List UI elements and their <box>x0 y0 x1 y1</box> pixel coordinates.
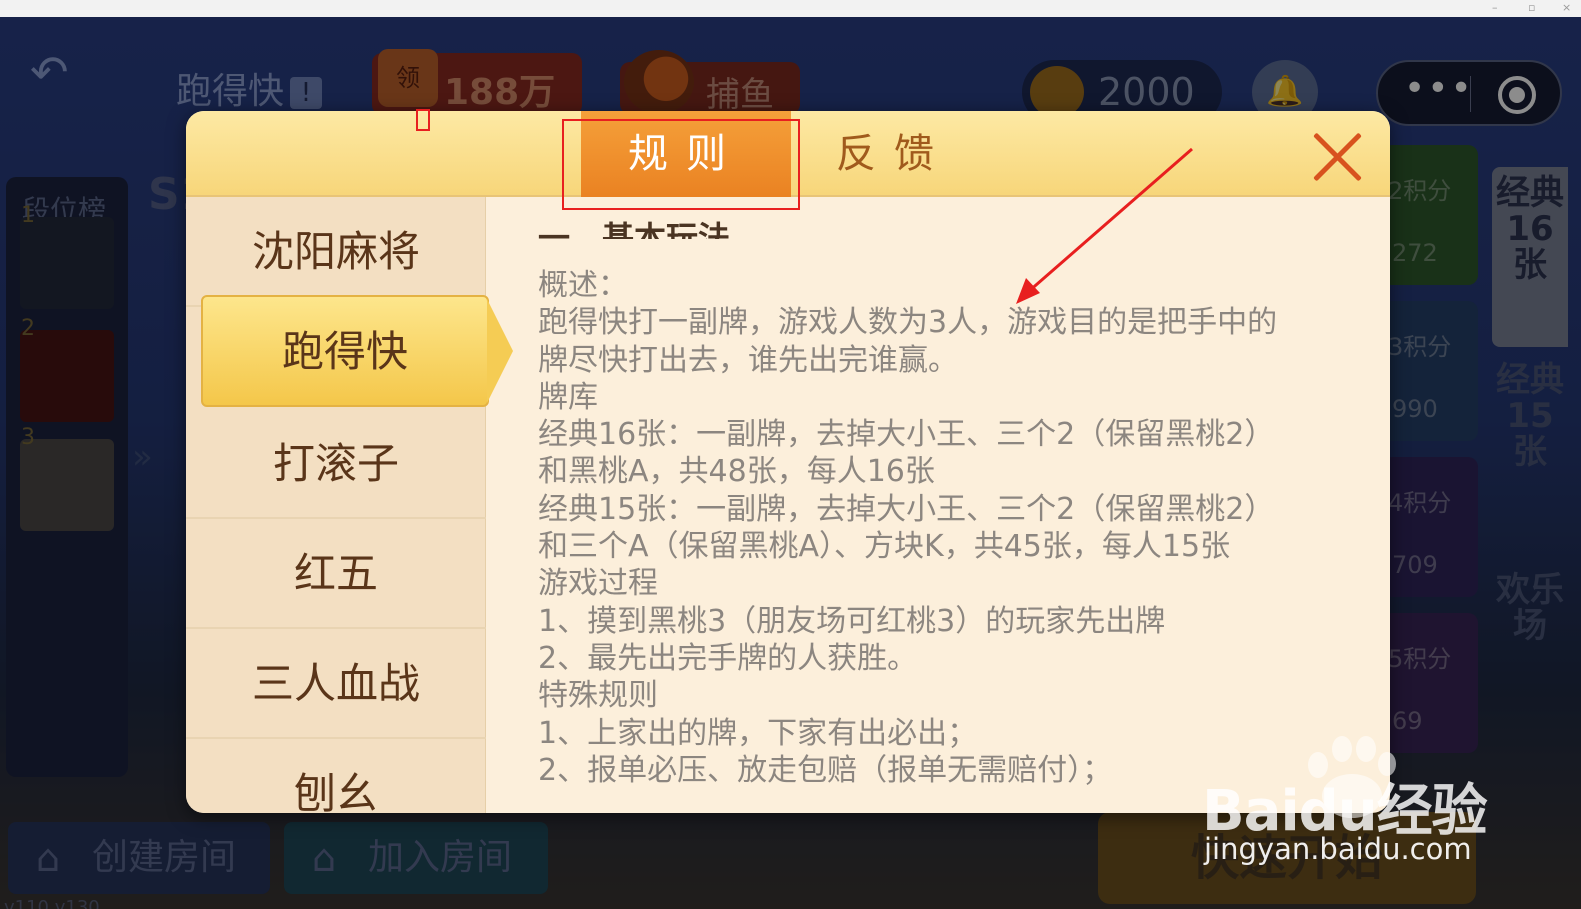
close-icon[interactable] <box>1310 129 1366 185</box>
rules-line: 概述： <box>538 268 628 303</box>
score-card-label: 2积分 <box>1388 177 1452 205</box>
chevron-right-icon[interactable]: » <box>132 437 153 477</box>
tab-classic-16[interactable]: 经典16张 <box>1492 167 1568 347</box>
join-room-label: 加入房间 <box>368 837 513 878</box>
create-room-button[interactable]: ⌂ 创建房间 <box>8 822 270 894</box>
house-plus-icon: ⌂ <box>312 836 337 880</box>
score-card-label: 5积分 <box>1388 645 1452 673</box>
rules-line: 1、摸到黑桃3（朋友场可红桃3）的玩家先出牌 <box>538 603 1166 639</box>
info-icon[interactable]: ! <box>290 77 323 109</box>
crown-3-icon: 3 <box>21 425 35 450</box>
rules-line: 和黑桃A，共48张，每人16张 <box>538 454 935 490</box>
crown-1-icon: 1 <box>21 203 35 228</box>
mode-tabs: 经典16张 经典15张 欢乐场 <box>1486 157 1581 857</box>
game-item-paodekuai[interactable]: 跑得快 <box>201 295 513 407</box>
ranking-title: 段位榜 <box>22 194 107 227</box>
rules-line: 游戏过程 <box>538 566 658 602</box>
more-menu-icon[interactable]: ••• <box>1404 68 1474 109</box>
game-item-shenyang-mahjong[interactable]: 沈阳麻将 <box>186 197 486 307</box>
rules-line: 1、上家出的牌，下家有出必出； <box>538 715 978 751</box>
rules-line: 特殊规则 <box>538 678 658 714</box>
section-title: 一、基本玩法 <box>538 219 731 239</box>
score-card-label: 3积分 <box>1388 333 1452 361</box>
rank-avatar-1[interactable]: 1 <box>20 203 114 309</box>
rules-content[interactable]: 一、基本玩法 概述： 跑得快打一副牌，游戏人数为3人，游戏目的是把手中的 牌尽快… <box>486 197 1390 813</box>
fish-icon <box>624 50 694 114</box>
score-card-3[interactable]: 3积分 990 <box>1382 301 1478 441</box>
version-label: v110 v130 <box>4 897 100 909</box>
rules-line: 跑得快打一副牌，游戏人数为3人，游戏目的是把手中的 <box>538 305 1278 341</box>
tab-classic-15[interactable]: 经典15张 <box>1492 362 1568 512</box>
score-card-label: 4积分 <box>1388 489 1452 517</box>
game-item-sanren-xuezhan[interactable]: 三人血战 <box>186 629 486 739</box>
game-title-text: 跑得快 <box>176 71 285 112</box>
score-card-5[interactable]: 5积分 69 <box>1382 613 1478 753</box>
receive-badge: 领 <box>378 49 438 107</box>
annotation-rules-tab-box <box>562 119 800 210</box>
house-icon: ⌂ <box>36 836 61 880</box>
game-item-paoyao[interactable]: 刨幺 <box>186 739 486 813</box>
quick-start-button[interactable]: 快速开始 <box>1098 812 1476 904</box>
fishing-button[interactable]: 捕鱼 <box>620 50 800 115</box>
ranking-panel <box>6 177 128 777</box>
window-titlebar: – ▫ × <box>0 0 1581 17</box>
minimize-icon[interactable]: – <box>1492 1 1498 14</box>
crown-2-icon: 2 <box>21 316 35 341</box>
game-list: 沈阳麻将 跑得快 打滚子 红五 三人血战 刨幺 <box>186 197 513 813</box>
annotation-small-box <box>416 109 430 131</box>
rules-line: 经典15张：一副牌，去掉大小王、三个2（保留黑桃2） <box>538 491 1275 527</box>
maximize-icon[interactable]: ▫ <box>1528 1 1535 14</box>
rules-dialog: 规则 反馈 沈阳麻将 跑得快 打滚子 红五 三人血战 刨幺 一、基本玩法 概述：… <box>186 111 1390 813</box>
join-room-button[interactable]: ⌂ 加入房间 <box>284 822 548 894</box>
rules-line: 和三个A（保留黑桃A）、方块K，共45张，每人15张 <box>538 529 1231 565</box>
score-card-value: 69 <box>1392 707 1423 735</box>
fishing-label: 捕鱼 <box>706 75 774 115</box>
rules-line: 2、最先出完手牌的人获胜。 <box>538 640 918 676</box>
back-arrow-icon[interactable]: ↶ <box>30 47 90 97</box>
score-card-value: 990 <box>1392 395 1438 423</box>
score-card-value: 272 <box>1392 239 1438 267</box>
rules-line: 经典16张：一副牌，去掉大小王、三个2（保留黑桃2） <box>538 417 1275 453</box>
rank-avatar-2[interactable]: 2 <box>20 316 114 422</box>
capsule-divider <box>1470 76 1471 112</box>
close-window-icon[interactable]: × <box>1562 1 1571 14</box>
rules-line: 2、报单必压、放走包赔（报单无需赔付）； <box>538 752 1113 788</box>
game-item-hongwu[interactable]: 红五 <box>186 519 486 629</box>
score-card-2[interactable]: 2积分 272 <box>1382 145 1478 285</box>
create-room-label: 创建房间 <box>92 837 237 878</box>
rules-line: 牌库 <box>538 379 598 415</box>
tab-feedback[interactable]: 反馈 <box>836 111 956 197</box>
game-item-dagunzi[interactable]: 打滚子 <box>186 409 486 519</box>
beans-promo-button[interactable]: 领 188万豆 <box>372 49 582 165</box>
tab-fun-room[interactable]: 欢乐场 <box>1492 572 1568 692</box>
coin-balance-value: 2000 <box>1098 70 1195 114</box>
score-card-4[interactable]: 4积分 709 <box>1382 457 1478 597</box>
rules-text: 概述： 跑得快打一副牌，游戏人数为3人，游戏目的是把手中的 牌尽快打出去，谁先出… <box>538 267 1368 789</box>
score-card-value: 709 <box>1392 551 1438 579</box>
close-target-icon[interactable] <box>1498 76 1536 114</box>
miniprogram-capsule: ••• <box>1376 60 1562 126</box>
rules-line: 牌尽快打出去，谁先出完谁赢。 <box>538 342 958 378</box>
rank-avatar-3[interactable]: 3 <box>20 425 114 531</box>
game-title: 跑得快! <box>176 62 323 114</box>
